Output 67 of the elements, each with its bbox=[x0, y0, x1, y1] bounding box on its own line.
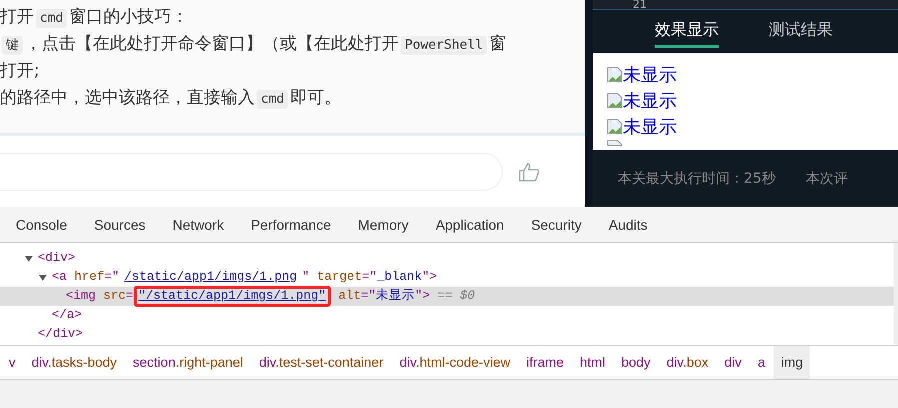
expand-arrow-icon[interactable] bbox=[24, 254, 34, 264]
broken-image-icon bbox=[607, 93, 623, 109]
breadcrumb[interactable]: img bbox=[774, 346, 810, 379]
code-token: =" bbox=[362, 269, 378, 286]
code-token: target bbox=[317, 269, 362, 286]
devtools-tab[interactable]: Sources bbox=[94, 216, 146, 232]
breadcrumb[interactable]: iframe bbox=[519, 346, 571, 379]
breadcrumb[interactable]: div.html-code-view bbox=[392, 346, 518, 379]
devtools-tab[interactable]: Memory bbox=[358, 216, 409, 232]
breadcrumb[interactable]: a bbox=[750, 346, 772, 379]
code-token: " bbox=[302, 269, 310, 286]
breadcrumb[interactable]: v bbox=[2, 346, 23, 379]
image-alt-text[interactable]: 未显示 bbox=[623, 63, 677, 87]
devtools-tab[interactable]: Performance bbox=[251, 216, 332, 232]
code-token: src bbox=[104, 288, 126, 305]
code-token: 未显示 bbox=[376, 288, 416, 305]
devtools-tab[interactable]: Network bbox=[172, 216, 224, 232]
image-alt-text[interactable]: 未显示 bbox=[623, 115, 677, 139]
code-token: =" bbox=[104, 269, 120, 286]
panel-tab[interactable]: 测试结果 bbox=[769, 20, 833, 48]
broken-image-icon bbox=[607, 119, 623, 135]
code-token: <div> bbox=[38, 250, 76, 267]
line-number: 21 bbox=[633, 0, 648, 9]
code-token: </a> bbox=[52, 307, 82, 324]
breadcrumb[interactable]: html bbox=[573, 346, 613, 379]
image-alt-text[interactable]: 未显示 bbox=[623, 89, 677, 113]
code-token: =" bbox=[361, 289, 376, 305]
code-token: alt bbox=[338, 288, 362, 305]
code-token: <img bbox=[66, 288, 96, 305]
breadcrumb[interactable]: div.box bbox=[660, 346, 716, 379]
code-token: <a bbox=[52, 269, 68, 286]
article-text: ，点击【在此处打开命令窗口】（或【在此处打开 bbox=[25, 34, 399, 54]
code-token: href bbox=[74, 269, 105, 286]
inline-code: cmd bbox=[257, 90, 288, 109]
article-text: 打开 bbox=[0, 7, 34, 27]
breadcrumb[interactable]: div bbox=[718, 346, 749, 379]
article-text: 窗 bbox=[489, 34, 506, 54]
expand-arrow-icon[interactable] bbox=[38, 272, 48, 282]
inline-code: cmd bbox=[36, 9, 68, 28]
article-text: 打开; bbox=[0, 61, 40, 81]
inline-code: 键 bbox=[2, 36, 23, 55]
broken-image-icon bbox=[607, 67, 623, 83]
panel-tab[interactable]: 效果显示 bbox=[655, 20, 719, 48]
code-token: == $0 bbox=[438, 288, 476, 305]
code-token: </div> bbox=[38, 326, 84, 343]
devtools-tab[interactable]: Security bbox=[531, 216, 582, 232]
article-text: 即可。 bbox=[290, 88, 342, 108]
devtools-tab[interactable]: Console bbox=[16, 216, 68, 232]
breadcrumb[interactable]: div.test-set-container bbox=[252, 346, 391, 379]
code-token: = bbox=[126, 288, 134, 305]
source-link[interactable]: /static/app1/imgs/1.png bbox=[120, 267, 302, 288]
source-link[interactable]: "/static/app1/imgs/1.png" bbox=[134, 286, 332, 307]
breadcrumb[interactable]: body bbox=[614, 346, 658, 379]
breadcrumb[interactable]: div.tasks-body bbox=[24, 346, 124, 379]
article-text: 的路径中，选中该路径，直接输入 bbox=[0, 88, 255, 108]
breadcrumb[interactable]: section.right-panel bbox=[126, 346, 250, 379]
code-token: "> bbox=[422, 269, 438, 286]
code-token: "> bbox=[415, 288, 430, 305]
devtools-tab[interactable]: Audits bbox=[608, 216, 648, 232]
footer-text: 本次评 bbox=[806, 170, 848, 188]
thumbs-up-icon[interactable] bbox=[519, 162, 541, 182]
article-text: 窗口的小技巧： bbox=[69, 7, 188, 27]
inline-code: PowerShell bbox=[401, 36, 488, 55]
broken-image-icon bbox=[607, 140, 623, 146]
devtools-tab[interactable]: Application bbox=[436, 216, 504, 232]
footer-text: 本关最大执行时间：25秒 bbox=[618, 170, 776, 188]
code-token: _blank bbox=[377, 269, 422, 286]
